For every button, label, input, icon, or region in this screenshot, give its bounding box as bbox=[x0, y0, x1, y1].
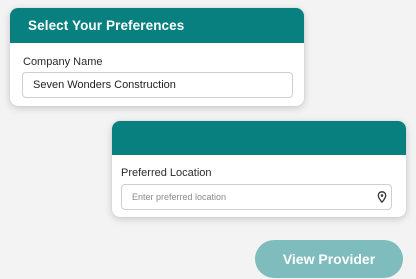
preferences-card: Select Your Preferences Company Name bbox=[10, 8, 304, 106]
company-name-label: Company Name bbox=[23, 56, 103, 68]
company-name-input[interactable] bbox=[22, 72, 293, 98]
preferences-card-header: Select Your Preferences bbox=[10, 8, 304, 43]
preferred-location-label: Preferred Location bbox=[121, 167, 212, 179]
preferred-location-input[interactable] bbox=[121, 184, 392, 210]
map-pin-icon[interactable] bbox=[376, 191, 388, 203]
view-provider-button[interactable]: View Provider bbox=[255, 240, 403, 278]
location-card-header bbox=[112, 121, 406, 155]
location-card: Preferred Location bbox=[112, 121, 406, 217]
preferences-card-title: Select Your Preferences bbox=[28, 18, 185, 33]
